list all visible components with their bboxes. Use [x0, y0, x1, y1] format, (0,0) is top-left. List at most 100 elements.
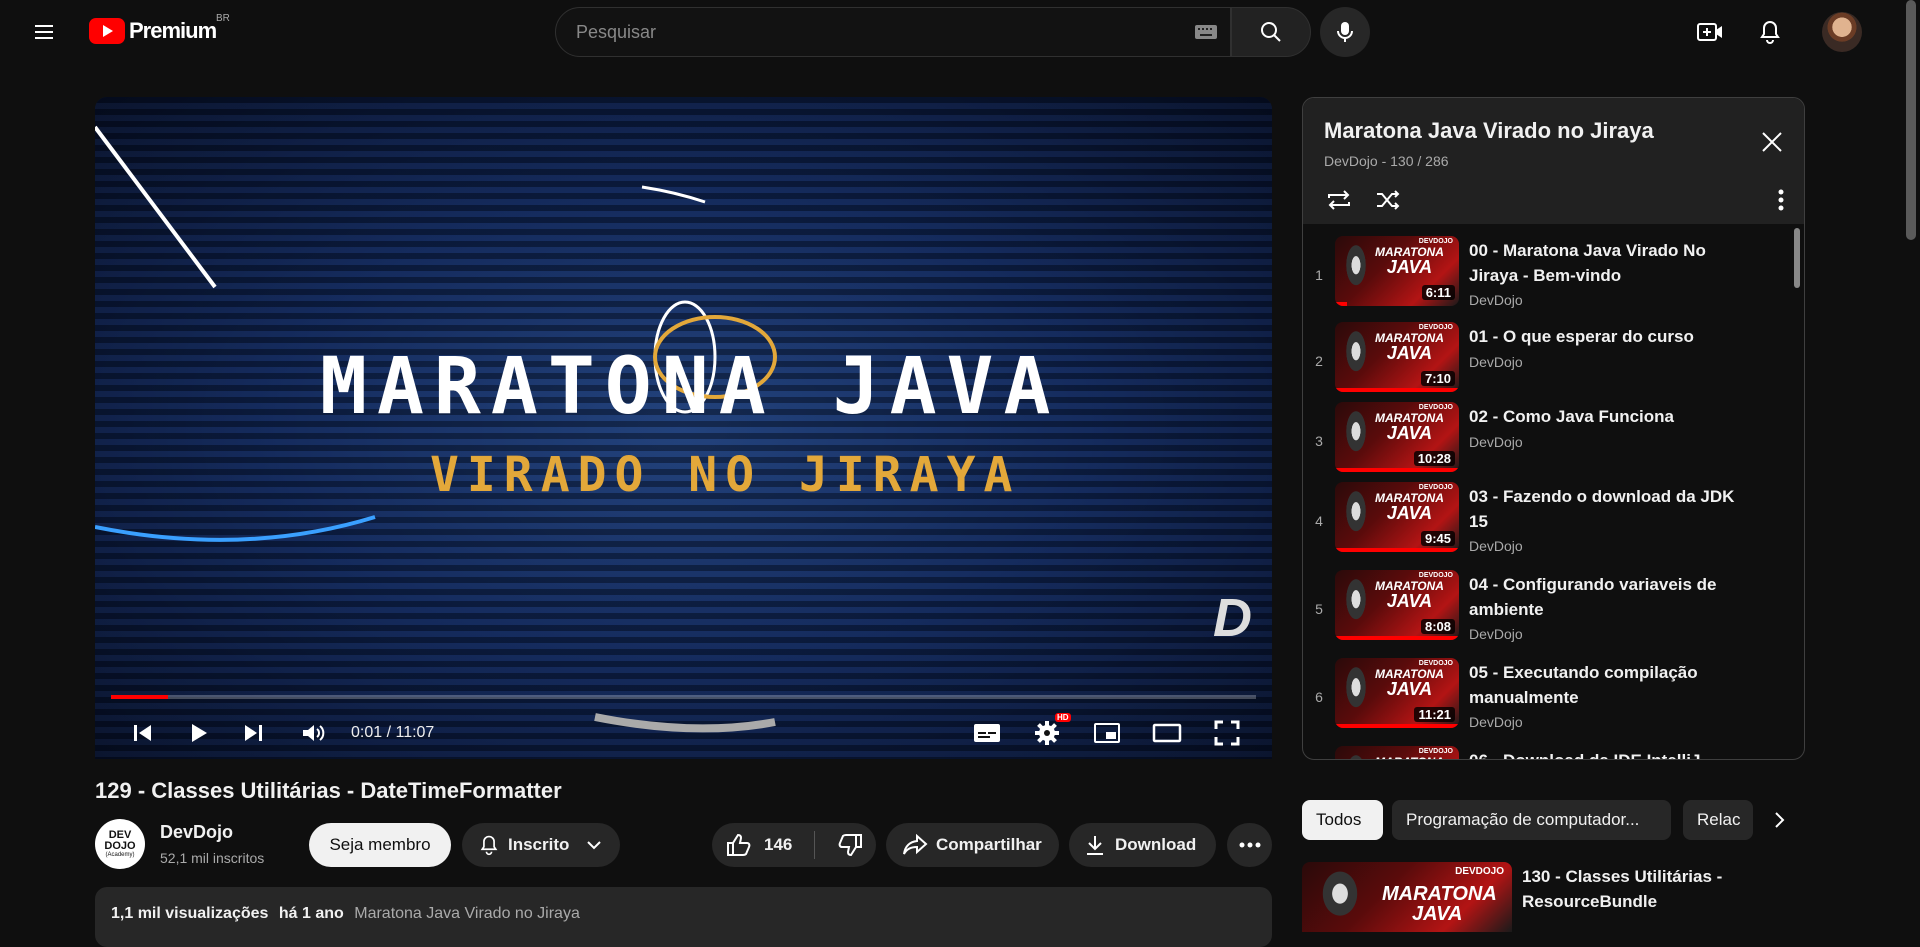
- like-button[interactable]: 146: [726, 833, 792, 857]
- next-icon[interactable]: [235, 715, 271, 751]
- volume-icon[interactable]: [295, 715, 331, 751]
- menu-icon[interactable]: [24, 16, 64, 48]
- chip-all[interactable]: Todos: [1302, 800, 1383, 840]
- close-icon[interactable]: [1754, 124, 1790, 160]
- thumbnail-text: MARATONAJAVA: [1382, 884, 1497, 924]
- channel-watermark[interactable]: D: [1213, 587, 1252, 649]
- playlist-subtitle: DevDojo - 130 / 286: [1324, 153, 1449, 169]
- playlist-item-thumbnail[interactable]: DEVDOJO MARATONA JAVA 9:45: [1335, 482, 1459, 552]
- playlist-item[interactable]: 5 DEVDOJO MARATONA JAVA 8:08 04 - Configurand…: [1303, 566, 1804, 652]
- keyboard-icon[interactable]: [1194, 23, 1218, 41]
- playlist-item-thumbnail[interactable]: DEVDOJO MARATONA JAVA 6:11: [1335, 236, 1459, 306]
- watch-progress-bar: [1335, 468, 1459, 472]
- thumbnail-word: JAVA: [1386, 257, 1433, 277]
- youtube-play-icon: [89, 18, 125, 44]
- share-button[interactable]: Compartilhar: [886, 823, 1059, 867]
- thumbnail-word: JAVA: [1386, 423, 1433, 443]
- miniplayer-icon[interactable]: [1089, 715, 1125, 751]
- playlist-item-thumbnail[interactable]: DEVDOJO MARATONA JAVA 11:21: [1335, 658, 1459, 728]
- playlist-item-channel: DevDojo: [1469, 292, 1523, 308]
- thumbnail-figure: [1339, 328, 1373, 386]
- playlist-item[interactable]: 4 DEVDOJO MARATONA JAVA 9:45 03 - Fazendo o d…: [1303, 478, 1804, 564]
- join-member-button[interactable]: Seja membro: [309, 823, 451, 867]
- playlist-item-index: 4: [1315, 513, 1323, 529]
- watch-progress-bar: [1335, 548, 1459, 552]
- playlist-item-thumbnail[interactable]: DEVDOJO MARATONA JAVA 7:10: [1335, 322, 1459, 392]
- thumbnail-word: JAVA: [1386, 503, 1433, 523]
- channel-name[interactable]: DevDojo: [160, 822, 233, 843]
- playlist-item-thumbnail[interactable]: DEVDOJO MARATONA JAVA 10:28: [1335, 402, 1459, 472]
- thumbnail-text: MARATONAJAVA: [1375, 332, 1444, 362]
- duration-badge: 7:10: [1420, 371, 1455, 386]
- download-button[interactable]: Download: [1069, 823, 1216, 867]
- playlist-items: 1 DEVDOJO MARATONA JAVA 6:11 00 - Maratona Ja…: [1303, 224, 1804, 759]
- playlist-item-thumbnail[interactable]: DEVDOJOMARATONAJAVA: [1335, 746, 1459, 759]
- playlist-item[interactable]: 2 DEVDOJO MARATONA JAVA 7:10 01 - O que esper…: [1303, 318, 1804, 404]
- chip-programming[interactable]: Programação de computador...: [1392, 800, 1671, 840]
- logo-text: Premium: [129, 18, 217, 43]
- playlist-title[interactable]: Maratona Java Virado no Jiraya: [1324, 118, 1654, 144]
- fullscreen-icon[interactable]: [1209, 715, 1245, 751]
- channel-avatar-line: DOJO: [104, 839, 136, 852]
- download-icon: [1087, 836, 1103, 855]
- page-scrollbar[interactable]: [1906, 0, 1916, 240]
- user-avatar[interactable]: [1822, 12, 1862, 52]
- country-code: BR: [216, 13, 230, 24]
- search-button[interactable]: [1231, 7, 1311, 57]
- thumbnail-brand: DEVDOJO: [1418, 660, 1453, 667]
- player-controls: 0:01 / 11:07 HD: [95, 707, 1272, 757]
- playlist-link[interactable]: Maratona Java Virado no Jiraya: [354, 905, 580, 922]
- playlist-item[interactable]: 6 DEVDOJO MARATONA JAVA 11:21 05 - Executando…: [1303, 654, 1804, 740]
- loop-icon[interactable]: [1321, 182, 1357, 218]
- thumbnail-figure: [1310, 868, 1370, 932]
- thumbnail-brand: DEVDOJO: [1455, 866, 1504, 877]
- playlist-item-thumbnail[interactable]: DEVDOJO MARATONA JAVA 8:08: [1335, 570, 1459, 640]
- notifications-bell-icon[interactable]: [1750, 12, 1790, 52]
- recommended-video-title[interactable]: 130 - Classes Utilitárias - ResourceBund…: [1522, 864, 1782, 914]
- dislike-button[interactable]: [837, 833, 863, 857]
- chevron-right-icon[interactable]: [1762, 800, 1798, 840]
- playlist-item[interactable]: 7DEVDOJOMARATONAJAVA06 - Download da IDE…: [1303, 742, 1804, 759]
- create-video-icon[interactable]: [1690, 12, 1730, 52]
- playlist-item[interactable]: 1 DEVDOJO MARATONA JAVA 6:11 00 - Maratona Ja…: [1303, 232, 1804, 318]
- playlist-panel: Maratona Java Virado no Jiraya DevDojo -…: [1302, 97, 1805, 760]
- more-actions-button[interactable]: [1227, 823, 1272, 867]
- chip-related[interactable]: Relac: [1683, 800, 1753, 840]
- thumbnail-word: JAVA: [1412, 903, 1463, 925]
- shuffle-icon[interactable]: [1370, 182, 1406, 218]
- voice-search-button[interactable]: [1320, 7, 1370, 57]
- watch-progress-bar: [1335, 388, 1459, 392]
- thumbnail-figure: [1339, 664, 1373, 722]
- playlist-item-channel: DevDojo: [1469, 434, 1523, 450]
- thumbnail-word: MARATONA: [1375, 755, 1444, 759]
- more-vertical-icon[interactable]: [1763, 182, 1799, 218]
- playlist-item-index: 3: [1315, 433, 1323, 449]
- progress-bar[interactable]: [111, 695, 1256, 699]
- bell-icon: [480, 835, 498, 856]
- playlist-item-title: 05 - Executando compilação manualmente: [1469, 663, 1698, 707]
- playlist-item[interactable]: 3 DEVDOJO MARATONA JAVA 10:28 02 - Como Java …: [1303, 398, 1804, 484]
- like-dislike-group: 146: [712, 823, 876, 867]
- search-box: [555, 7, 1231, 57]
- chevron-down-icon: [587, 841, 602, 850]
- search-input[interactable]: [576, 21, 1176, 43]
- channel-avatar-line: (Academy): [105, 851, 135, 858]
- youtube-logo[interactable]: Premium: [89, 18, 217, 44]
- join-member-label: Seja membro: [329, 835, 431, 854]
- playlist-item-index: 5: [1315, 601, 1323, 617]
- subscribed-button[interactable]: Inscrito: [462, 823, 620, 867]
- thumbnail-figure: [1339, 408, 1373, 466]
- video-player[interactable]: MARATONA JAVA VIRADO NO JIRAYA D 0:01 / …: [95, 97, 1272, 759]
- previous-icon[interactable]: [125, 715, 161, 751]
- play-icon[interactable]: [180, 715, 216, 751]
- recommended-video-thumbnail[interactable]: DEVDOJO MARATONA JAVA: [1302, 862, 1512, 932]
- channel-avatar[interactable]: DEV DOJO (Academy): [95, 819, 145, 869]
- playlist-item-title: 03 - Fazendo o download da JDK 15: [1469, 487, 1735, 531]
- share-label: Compartilhar: [936, 835, 1042, 854]
- playlist-scrollbar[interactable]: [1794, 228, 1800, 288]
- theater-mode-icon[interactable]: [1149, 715, 1185, 751]
- playlist-item-title: 06 - Download da IDE IntelliJ: [1469, 748, 1739, 759]
- subtitles-icon[interactable]: [969, 715, 1005, 751]
- thumbs-down-icon: [838, 834, 863, 857]
- description-box[interactable]: 1,1 mil visualizações há 1 ano Maratona …: [95, 887, 1272, 947]
